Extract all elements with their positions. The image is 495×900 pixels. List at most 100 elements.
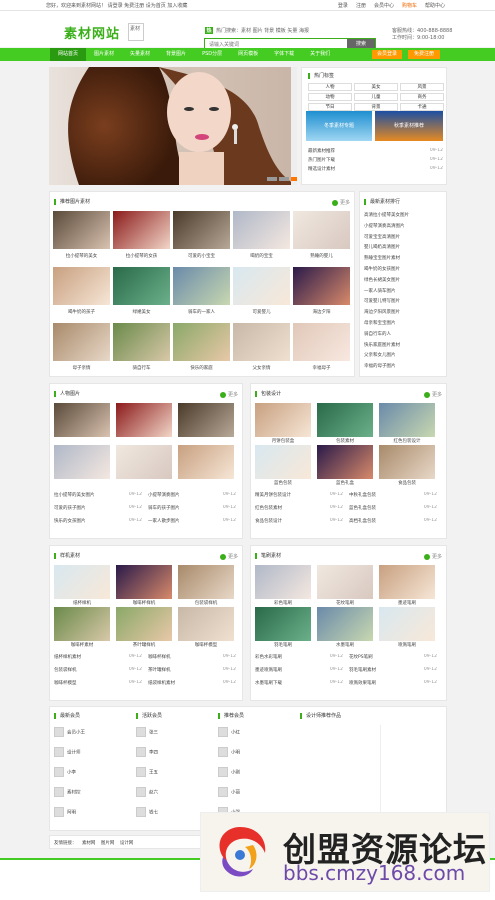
top-link-member[interactable]: 会员中心 <box>374 2 394 9</box>
list-item[interactable]: 热门图片下载 09-12 <box>308 157 443 163</box>
thumbnail-image[interactable] <box>255 445 311 479</box>
list-item[interactable]: 彩色水彩笔刷 09-12 <box>255 654 343 660</box>
list-item[interactable]: 一家人散步图片 09-12 <box>148 518 236 524</box>
thumbnail-caption[interactable]: 骑车的一家人 <box>173 309 230 315</box>
friend-link[interactable]: 图片网 <box>101 841 115 846</box>
tag[interactable]: 人物 <box>308 83 352 91</box>
tag[interactable]: 儿童 <box>354 93 398 101</box>
top-link-help[interactable]: 帮助中心 <box>425 2 445 9</box>
banner-slider[interactable] <box>49 67 297 185</box>
nav-item[interactable]: 图片素材 <box>86 48 122 61</box>
tag[interactable]: 商务 <box>400 93 444 101</box>
thumbnail-image[interactable] <box>54 565 110 599</box>
thumbnail-caption[interactable]: 蓝色包装 <box>255 480 311 486</box>
list-item[interactable]: 可爱的孩子图片 09-12 <box>54 505 142 511</box>
thumbnail-image[interactable] <box>233 323 290 361</box>
thumbnail-caption[interactable]: 花纹笔刷 <box>317 600 373 606</box>
ad-winter[interactable]: 冬季素材专题 <box>306 111 372 141</box>
thumbnail-image[interactable] <box>255 607 311 641</box>
nav-item[interactable]: 网页模板 <box>230 48 266 61</box>
list-item[interactable]: 食品包装设计 09-12 <box>255 518 343 524</box>
nav-item-home[interactable]: 网站首页 <box>50 48 87 61</box>
nav-item[interactable]: PSD分层 <box>194 48 230 61</box>
thumbnail-caption[interactable]: 咖啡杯模型 <box>178 642 234 648</box>
thumbnail-image[interactable] <box>317 403 373 437</box>
hot-search-text[interactable]: 热门搜索：素材 图片 背景 模板 矢量 海报 <box>216 28 309 34</box>
ranking-item[interactable]: 小提琴演奏高清图片 <box>364 223 444 229</box>
more-link[interactable]: 更多 <box>219 391 238 398</box>
friend-link[interactable]: 素材网 <box>82 841 96 846</box>
thumbnail-caption[interactable]: 蓝色礼盒 <box>317 480 373 486</box>
list-item[interactable]: 纸袋样机素材 09-12 <box>148 680 236 686</box>
ranking-item[interactable]: 高清拉小提琴美女图片 <box>364 212 444 218</box>
list-item[interactable]: 茶叶罐样机 09-12 <box>148 667 236 673</box>
slider-dot[interactable] <box>291 177 297 181</box>
member-item[interactable]: 小李 <box>54 767 130 779</box>
list-item[interactable]: 高档礼盒包装 09-12 <box>349 518 437 524</box>
thumbnail-caption[interactable]: 可爱婴儿 <box>233 309 290 315</box>
tag[interactable]: 风景 <box>400 83 444 91</box>
nav-item[interactable]: 关于我们 <box>302 48 338 61</box>
thumbnail-image[interactable] <box>116 445 172 479</box>
member-item[interactable]: 张三 <box>136 727 212 739</box>
thumbnail-caption[interactable]: 喝牛奶的孩子 <box>53 309 110 315</box>
top-link-login[interactable]: 登录 <box>338 2 348 9</box>
list-item[interactable]: 墨迹喷溅笔刷 09-12 <box>255 667 343 673</box>
thumbnail-caption[interactable]: 水墨笔刷 <box>317 642 373 648</box>
ranking-item[interactable]: 快乐家庭图片素材 <box>364 342 444 348</box>
member-item[interactable]: 素材控 <box>54 787 130 799</box>
thumbnail-image[interactable] <box>255 403 311 437</box>
more-link[interactable]: 更多 <box>331 199 350 206</box>
ranking-item[interactable]: 幸福的母子图片 <box>364 363 444 369</box>
thumbnail-image[interactable] <box>113 211 170 249</box>
ranking-item[interactable]: 母亲和宝宝图片 <box>364 320 444 326</box>
thumbnail-image[interactable] <box>54 445 110 479</box>
tag[interactable]: 动物 <box>308 93 352 101</box>
list-item[interactable]: 小提琴演奏图片 09-12 <box>148 492 236 498</box>
thumbnail-image[interactable] <box>113 323 170 361</box>
thumbnail-image[interactable] <box>317 565 373 599</box>
list-item[interactable]: 拉小提琴的美女图片 09-12 <box>54 492 142 498</box>
list-item[interactable]: 红色包装素材 09-12 <box>255 505 343 511</box>
thumbnail-image[interactable] <box>54 607 110 641</box>
member-item[interactable]: 小明 <box>218 747 294 759</box>
member-item[interactable]: 李四 <box>136 747 212 759</box>
thumbnail-image[interactable] <box>293 267 350 305</box>
ranking-item[interactable]: 骑自行车的人 <box>364 331 444 337</box>
more-link[interactable]: 更多 <box>423 553 442 560</box>
slider-dot[interactable] <box>279 177 289 181</box>
thumbnail-image[interactable] <box>53 211 110 249</box>
thumbnail-image[interactable] <box>53 323 110 361</box>
thumbnail-image[interactable] <box>178 403 234 437</box>
thumbnail-caption[interactable]: 包装袋样机 <box>178 600 234 606</box>
list-item[interactable]: 快乐的女孩图片 09-12 <box>54 518 142 524</box>
list-item[interactable]: 精美月饼包装设计 09-12 <box>255 492 343 498</box>
thumbnail-image[interactable] <box>54 403 110 437</box>
thumbnail-caption[interactable]: 熟睡的婴儿 <box>293 253 350 259</box>
friend-link[interactable]: 设计网 <box>120 841 134 846</box>
top-link-register[interactable]: 注册 <box>356 2 366 9</box>
list-item[interactable]: 骑车的孩子图片 09-12 <box>148 505 236 511</box>
thumbnail-caption[interactable]: 茶叶罐样机 <box>116 642 172 648</box>
list-item[interactable]: 羽毛笔刷素材 09-12 <box>349 667 437 673</box>
ranking-item[interactable]: 喝牛奶的女孩图片 <box>364 266 444 272</box>
nav-item[interactable]: 字体下载 <box>266 48 302 61</box>
list-item[interactable]: 咖啡杯模型 09-12 <box>54 680 142 686</box>
ranking-item[interactable]: 父亲和女儿图片 <box>364 352 444 358</box>
list-item[interactable]: 包装袋样机 09-12 <box>54 667 142 673</box>
list-item[interactable]: 最新素材推荐 09-12 <box>308 148 443 154</box>
nav-item[interactable]: 背景图片 <box>158 48 194 61</box>
thumbnail-image[interactable] <box>233 267 290 305</box>
list-item[interactable]: 喷溅效果笔刷 09-12 <box>349 680 437 686</box>
login-button[interactable]: 会员登录 <box>372 50 402 59</box>
thumbnail-image[interactable] <box>116 565 172 599</box>
thumbnail-caption[interactable]: 父女亲情 <box>233 365 290 371</box>
thumbnail-image[interactable] <box>173 211 230 249</box>
member-item[interactable]: 小红 <box>218 727 294 739</box>
thumbnail-caption[interactable]: 绿裙美女 <box>113 309 170 315</box>
thumbnail-caption[interactable]: 母子亲情 <box>53 365 110 371</box>
thumbnail-image[interactable] <box>379 403 435 437</box>
thumbnail-image[interactable] <box>53 267 110 305</box>
thumbnail-image[interactable] <box>116 607 172 641</box>
tag[interactable]: 节日 <box>308 103 352 111</box>
